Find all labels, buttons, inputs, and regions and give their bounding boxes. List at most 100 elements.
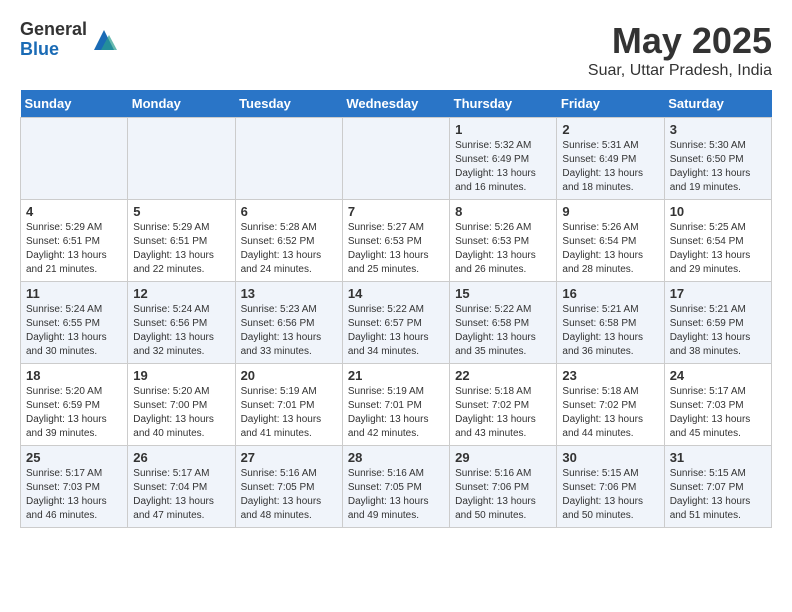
day-number: 17: [670, 286, 766, 301]
calendar-empty-cell: [342, 118, 449, 200]
logo-icon: [89, 25, 119, 55]
calendar-day-16: 16 Sunrise: 5:21 AMSunset: 6:58 PMDayligh…: [557, 282, 664, 364]
day-info: Sunrise: 5:20 AMSunset: 6:59 PMDaylight:…: [26, 385, 122, 441]
day-number: 28: [348, 450, 444, 465]
calendar-week-row: 4 Sunrise: 5:29 AMSunset: 6:51 PMDaylight…: [21, 200, 772, 282]
calendar-day-14: 14 Sunrise: 5:22 AMSunset: 6:57 PMDayligh…: [342, 282, 449, 364]
day-info: Sunrise: 5:18 AMSunset: 7:02 PMDaylight:…: [455, 385, 551, 441]
calendar-day-24: 24 Sunrise: 5:17 AMSunset: 7:03 PMDayligh…: [664, 364, 771, 446]
calendar-day-31: 31Sunrise: 5:15 AMSunset: 7:07 PMDayligh…: [664, 446, 771, 528]
calendar-week-row: 11 Sunrise: 5:24 AMSunset: 6:55 PMDayligh…: [21, 282, 772, 364]
calendar-day-10: 10 Sunrise: 5:25 AMSunset: 6:54 PMDayligh…: [664, 200, 771, 282]
day-info: Sunrise: 5:16 AMSunset: 7:06 PMDaylight:…: [455, 467, 551, 523]
day-info: Sunrise: 5:17 AMSunset: 7:04 PMDaylight:…: [133, 467, 229, 523]
calendar-day-9: 9 Sunrise: 5:26 AMSunset: 6:54 PMDaylight…: [557, 200, 664, 282]
calendar-day-4: 4 Sunrise: 5:29 AMSunset: 6:51 PMDaylight…: [21, 200, 128, 282]
calendar-day-30: 30 Sunrise: 5:15 AMSunset: 7:06 PMDayligh…: [557, 446, 664, 528]
day-number: 2: [562, 122, 658, 137]
day-number: 15: [455, 286, 551, 301]
calendar-day-20: 20 Sunrise: 5:19 AMSunset: 7:01 PMDayligh…: [235, 364, 342, 446]
calendar-empty-cell: [128, 118, 235, 200]
day-number: 29: [455, 450, 551, 465]
day-info: Sunrise: 5:17 AMSunset: 7:03 PMDaylight:…: [26, 467, 122, 523]
day-number: 3: [670, 122, 766, 137]
title-block: May 2025 Suar, Uttar Pradesh, India: [588, 20, 772, 80]
day-info: Sunrise: 5:20 AMSunset: 7:00 PMDaylight:…: [133, 385, 229, 441]
day-number: 10: [670, 204, 766, 219]
day-number: 19: [133, 368, 229, 383]
logo-blue-text: Blue: [20, 40, 87, 60]
day-number: 27: [241, 450, 337, 465]
day-number: 23: [562, 368, 658, 383]
calendar-day-22: 22 Sunrise: 5:18 AMSunset: 7:02 PMDayligh…: [450, 364, 557, 446]
day-number: 20: [241, 368, 337, 383]
day-number: 31: [670, 450, 766, 465]
day-number: 6: [241, 204, 337, 219]
calendar-day-13: 13 Sunrise: 5:23 AMSunset: 6:56 PMDayligh…: [235, 282, 342, 364]
day-number: 25: [26, 450, 122, 465]
day-info: Sunrise: 5:24 AMSunset: 6:56 PMDaylight:…: [133, 303, 229, 359]
day-info: Sunrise: 5:21 AMSunset: 6:58 PMDaylight:…: [562, 303, 658, 359]
day-info: Sunrise: 5:25 AMSunset: 6:54 PMDaylight:…: [670, 221, 766, 277]
calendar-day-29: 29 Sunrise: 5:16 AMSunset: 7:06 PMDayligh…: [450, 446, 557, 528]
header-sunday: Sunday: [21, 90, 128, 118]
calendar-day-25: 25 Sunrise: 5:17 AMSunset: 7:03 PMDayligh…: [21, 446, 128, 528]
calendar-week-row: 18 Sunrise: 5:20 AMSunset: 6:59 PMDayligh…: [21, 364, 772, 446]
calendar-day-11: 11 Sunrise: 5:24 AMSunset: 6:55 PMDayligh…: [21, 282, 128, 364]
calendar-day-12: 12Sunrise: 5:24 AMSunset: 6:56 PMDayligh…: [128, 282, 235, 364]
calendar-day-21: 21Sunrise: 5:19 AMSunset: 7:01 PMDayligh…: [342, 364, 449, 446]
day-info: Sunrise: 5:29 AMSunset: 6:51 PMDaylight:…: [133, 221, 229, 277]
day-number: 11: [26, 286, 122, 301]
calendar-day-19: 19 Sunrise: 5:20 AMSunset: 7:00 PMDayligh…: [128, 364, 235, 446]
day-info: Sunrise: 5:29 AMSunset: 6:51 PMDaylight:…: [26, 221, 122, 277]
day-info: Sunrise: 5:24 AMSunset: 6:55 PMDaylight:…: [26, 303, 122, 359]
day-number: 9: [562, 204, 658, 219]
calendar-day-3: 3Sunrise: 5:30 AMSunset: 6:50 PMDaylight…: [664, 118, 771, 200]
header-friday: Friday: [557, 90, 664, 118]
logo: General Blue: [20, 20, 119, 60]
day-number: 26: [133, 450, 229, 465]
calendar-day-27: 27Sunrise: 5:16 AMSunset: 7:05 PMDayligh…: [235, 446, 342, 528]
day-info: Sunrise: 5:23 AMSunset: 6:56 PMDaylight:…: [241, 303, 337, 359]
day-number: 13: [241, 286, 337, 301]
day-info: Sunrise: 5:26 AMSunset: 6:54 PMDaylight:…: [562, 221, 658, 277]
calendar-empty-cell: [235, 118, 342, 200]
calendar-day-6: 6Sunrise: 5:28 AMSunset: 6:52 PMDaylight…: [235, 200, 342, 282]
day-number: 21: [348, 368, 444, 383]
day-info: Sunrise: 5:31 AMSunset: 6:49 PMDaylight:…: [562, 139, 658, 195]
calendar-day-2: 2 Sunrise: 5:31 AMSunset: 6:49 PMDaylight…: [557, 118, 664, 200]
day-number: 7: [348, 204, 444, 219]
day-info: Sunrise: 5:32 AMSunset: 6:49 PMDaylight:…: [455, 139, 551, 195]
day-info: Sunrise: 5:15 AMSunset: 7:06 PMDaylight:…: [562, 467, 658, 523]
day-info: Sunrise: 5:19 AMSunset: 7:01 PMDaylight:…: [241, 385, 337, 441]
header-monday: Monday: [128, 90, 235, 118]
header-thursday: Thursday: [450, 90, 557, 118]
header-saturday: Saturday: [664, 90, 771, 118]
header-tuesday: Tuesday: [235, 90, 342, 118]
day-number: 16: [562, 286, 658, 301]
page-header: General Blue May 2025 Suar, Uttar Prades…: [20, 20, 772, 80]
day-info: Sunrise: 5:22 AMSunset: 6:57 PMDaylight:…: [348, 303, 444, 359]
calendar-day-18: 18 Sunrise: 5:20 AMSunset: 6:59 PMDayligh…: [21, 364, 128, 446]
calendar-day-17: 17Sunrise: 5:21 AMSunset: 6:59 PMDayligh…: [664, 282, 771, 364]
calendar-day-7: 7Sunrise: 5:27 AMSunset: 6:53 PMDaylight…: [342, 200, 449, 282]
calendar-header-row: SundayMondayTuesdayWednesdayThursdayFrid…: [21, 90, 772, 118]
day-info: Sunrise: 5:22 AMSunset: 6:58 PMDaylight:…: [455, 303, 551, 359]
calendar-day-8: 8Sunrise: 5:26 AMSunset: 6:53 PMDaylight…: [450, 200, 557, 282]
day-number: 18: [26, 368, 122, 383]
day-number: 24: [670, 368, 766, 383]
day-info: Sunrise: 5:17 AMSunset: 7:03 PMDaylight:…: [670, 385, 766, 441]
calendar-day-28: 28 Sunrise: 5:16 AMSunset: 7:05 PMDayligh…: [342, 446, 449, 528]
calendar-table: SundayMondayTuesdayWednesdayThursdayFrid…: [20, 90, 772, 528]
calendar-day-26: 26 Sunrise: 5:17 AMSunset: 7:04 PMDayligh…: [128, 446, 235, 528]
calendar-week-row: 25 Sunrise: 5:17 AMSunset: 7:03 PMDayligh…: [21, 446, 772, 528]
day-number: 22: [455, 368, 551, 383]
day-info: Sunrise: 5:16 AMSunset: 7:05 PMDaylight:…: [348, 467, 444, 523]
day-info: Sunrise: 5:26 AMSunset: 6:53 PMDaylight:…: [455, 221, 551, 277]
day-number: 14: [348, 286, 444, 301]
day-number: 30: [562, 450, 658, 465]
calendar-day-1: 1Sunrise: 5:32 AMSunset: 6:49 PMDaylight…: [450, 118, 557, 200]
day-info: Sunrise: 5:18 AMSunset: 7:02 PMDaylight:…: [562, 385, 658, 441]
calendar-day-23: 23 Sunrise: 5:18 AMSunset: 7:02 PMDayligh…: [557, 364, 664, 446]
day-number: 4: [26, 204, 122, 219]
